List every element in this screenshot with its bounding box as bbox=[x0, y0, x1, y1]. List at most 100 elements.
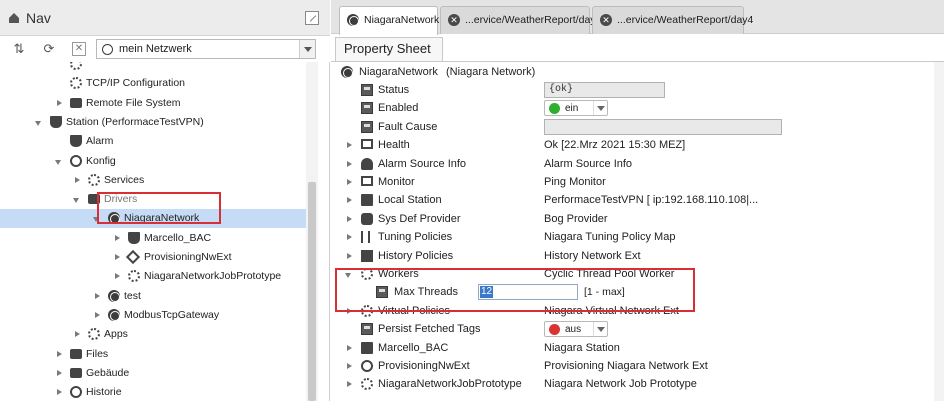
property-row[interactable]: Fault Cause bbox=[331, 118, 944, 136]
popout-icon[interactable] bbox=[305, 11, 319, 25]
expand-right-icon[interactable] bbox=[344, 191, 354, 209]
expand-right-icon[interactable] bbox=[344, 357, 354, 375]
property-row[interactable]: Tuning Policies Niagara Tuning Policy Map bbox=[331, 228, 944, 246]
scroll-thumb[interactable] bbox=[308, 182, 316, 401]
tree-item[interactable]: Konfig bbox=[0, 152, 306, 171]
tab-weather-day4[interactable]: ✕ ...ervice/WeatherReport/day4 bbox=[592, 6, 753, 34]
property-row[interactable]: History Policies History Network Ext bbox=[331, 247, 944, 265]
gear-icon bbox=[361, 268, 373, 280]
expand-right-icon[interactable] bbox=[344, 247, 354, 265]
property-label: Fault Cause bbox=[378, 120, 438, 133]
station-icon bbox=[361, 341, 373, 354]
property-value: History Network Ext bbox=[544, 249, 641, 262]
property-scrollbar[interactable] bbox=[934, 62, 944, 401]
chevron-down-icon[interactable] bbox=[593, 322, 607, 337]
expand-right-icon[interactable] bbox=[344, 173, 354, 191]
tree-item[interactable]: Marcello_BAC bbox=[0, 229, 306, 248]
property-row[interactable]: Max Threads 12 [1 - max] bbox=[331, 283, 944, 301]
expand-right-icon[interactable] bbox=[344, 375, 354, 393]
tree-item[interactable]: Apps bbox=[0, 325, 306, 344]
tree-item[interactable]: TCP/IP Configuration bbox=[0, 74, 306, 93]
tree-item[interactable]: ProvisioningNwExt bbox=[0, 248, 306, 267]
expand-down-icon[interactable] bbox=[72, 190, 82, 209]
tab-weather-day3[interactable]: ✕ ...ervice/WeatherReport/day3 bbox=[440, 6, 601, 34]
property-row[interactable]: Workers Cyclic Thread Pool Worker bbox=[331, 265, 944, 283]
tree-item[interactable]: Services bbox=[0, 171, 306, 190]
property-row[interactable]: Persist Fetched Tags aus bbox=[331, 320, 944, 338]
property-row[interactable]: Sys Def Provider Bog Provider bbox=[331, 210, 944, 228]
expand-right-icon[interactable] bbox=[112, 229, 122, 248]
expand-right-icon[interactable] bbox=[344, 155, 354, 173]
tree-item[interactable]: Gebäude bbox=[0, 364, 306, 383]
expand-right-icon[interactable] bbox=[344, 302, 354, 320]
expand-right-icon[interactable] bbox=[112, 267, 122, 286]
expand-right-icon[interactable] bbox=[344, 210, 354, 228]
close-icon[interactable]: ✕ bbox=[600, 14, 612, 26]
expand-right-icon[interactable] bbox=[344, 136, 354, 154]
close-icon[interactable]: ✕ bbox=[72, 42, 86, 56]
property-row[interactable]: Monitor Ping Monitor bbox=[331, 173, 944, 191]
persist-toggle[interactable]: aus bbox=[544, 321, 608, 338]
property-sheet-title: Property Sheet bbox=[335, 37, 443, 61]
expand-right-icon[interactable] bbox=[54, 383, 64, 401]
property-value: PerformaceTestVPN [ ip:192.168.110.108|.… bbox=[544, 194, 759, 207]
expand-right-icon[interactable] bbox=[54, 364, 64, 383]
chevron-down-icon[interactable] bbox=[593, 101, 607, 116]
expand-down-icon[interactable] bbox=[34, 113, 44, 132]
root-row: NiagaraNetwork (Niagara Network) bbox=[331, 63, 944, 81]
expand-right-icon[interactable] bbox=[112, 248, 122, 267]
tree-item[interactable]: Historie bbox=[0, 383, 306, 401]
property-value: Ping Monitor bbox=[544, 176, 606, 188]
max-threads-input[interactable]: 12 bbox=[478, 284, 578, 301]
network-icon bbox=[108, 212, 120, 225]
sync-arrows-icon[interactable]: ⇅ bbox=[10, 40, 28, 58]
property-value: Alarm Source Info bbox=[544, 157, 633, 170]
expand-right-icon[interactable] bbox=[72, 325, 82, 344]
tree-item[interactable]: Drivers bbox=[0, 190, 306, 209]
close-icon[interactable]: ✕ bbox=[448, 14, 460, 26]
tree-item[interactable]: NiagaraNetwork bbox=[0, 209, 306, 229]
network-select[interactable]: mein Netzwerk bbox=[96, 39, 316, 59]
tab-niagara-network[interactable]: NiagaraNetwork bbox=[339, 6, 439, 35]
property-row[interactable]: ProvisioningNwExt Provisioning Niagara Ne… bbox=[331, 357, 944, 375]
tree-item[interactable]: NiagaraNetworkJobPrototype bbox=[0, 267, 306, 286]
expand-right-icon[interactable] bbox=[92, 306, 102, 325]
puzzle-icon bbox=[361, 212, 373, 225]
tree-item[interactable] bbox=[0, 62, 306, 74]
tree-item[interactable]: Files bbox=[0, 345, 306, 364]
expand-right-icon[interactable] bbox=[72, 171, 82, 190]
property-label: Sys Def Provider bbox=[378, 212, 461, 225]
nav-scrollbar[interactable] bbox=[306, 62, 318, 401]
expand-right-icon[interactable] bbox=[344, 228, 354, 246]
property-label: Status bbox=[378, 84, 410, 96]
refresh-icon[interactable]: ⟳ bbox=[40, 40, 58, 58]
tree-item[interactable]: Station (PerformaceTestVPN) bbox=[0, 113, 306, 132]
property-row[interactable]: Enabled ein bbox=[331, 99, 944, 117]
enabled-toggle[interactable]: ein bbox=[544, 100, 608, 117]
tree-item-label: Gebäude bbox=[86, 366, 130, 379]
chevron-down-icon[interactable] bbox=[299, 40, 315, 58]
expand-down-icon[interactable] bbox=[92, 209, 102, 228]
expand-right-icon[interactable] bbox=[344, 339, 354, 357]
property-row[interactable]: Marcello_BAC Niagara Station bbox=[331, 339, 944, 357]
property-row[interactable]: Health Ok [22.Mrz 2021 15:30 MEZ] bbox=[331, 136, 944, 154]
expand-right-icon[interactable] bbox=[54, 94, 64, 113]
expand-right-icon[interactable] bbox=[92, 287, 102, 306]
tree-item[interactable]: test bbox=[0, 287, 306, 306]
property-row[interactable]: Virtual Policies Niagara Virtual Network … bbox=[331, 302, 944, 320]
property-row[interactable]: Status {ok} bbox=[331, 81, 944, 99]
gear-icon bbox=[70, 77, 82, 90]
property-value: Bog Provider bbox=[544, 212, 608, 225]
tree-item[interactable]: ModbusTcpGateway bbox=[0, 306, 306, 325]
tree-item[interactable]: Alarm bbox=[0, 132, 306, 151]
expand-down-icon[interactable] bbox=[344, 265, 354, 283]
tree-item[interactable]: Remote File System bbox=[0, 94, 306, 113]
property-row[interactable]: Alarm Source Info Alarm Source Info bbox=[331, 155, 944, 173]
slot-icon bbox=[361, 84, 373, 96]
property-row[interactable]: NiagaraNetworkJobPrototype Niagara Networ… bbox=[331, 375, 944, 393]
expand-down-icon[interactable] bbox=[54, 152, 64, 171]
expand-right-icon[interactable] bbox=[54, 345, 64, 364]
property-row[interactable]: Local Station PerformaceTestVPN [ ip:192.… bbox=[331, 191, 944, 209]
property-value: Cyclic Thread Pool Worker bbox=[544, 268, 675, 280]
tree-item-label: Drivers bbox=[104, 193, 138, 206]
